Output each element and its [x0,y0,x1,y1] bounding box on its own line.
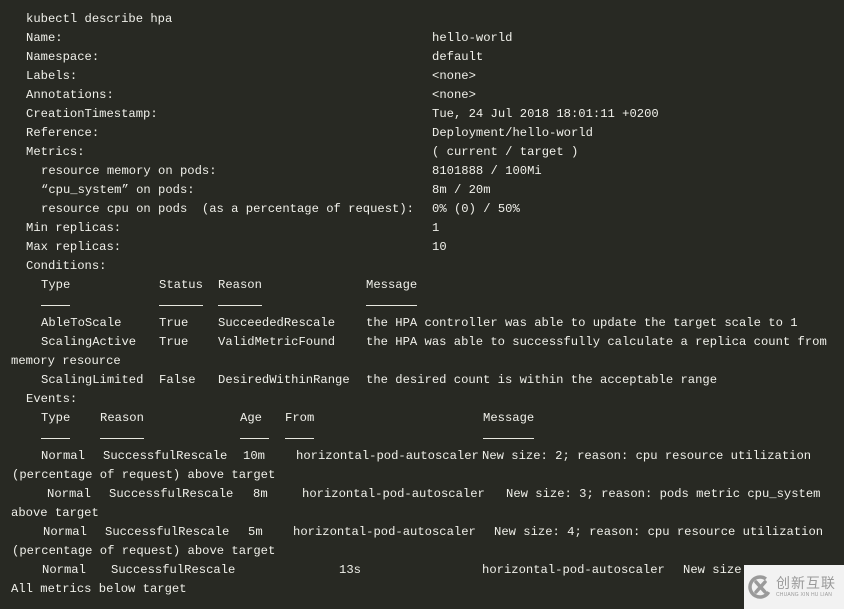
conditions-message-underline [366,305,417,306]
min-replicas-label: Min replicas: [26,221,122,235]
reference-value: Deployment/hello-world [432,126,593,140]
namespace-label: Namespace: [26,50,100,64]
events-header-reason: Reason [100,411,144,425]
event-from: horizontal-pod-autoscaler [482,563,665,577]
watermark-text-en: CHUANG XIN HU LIAN [776,591,833,598]
creation-timestamp-label: CreationTimestamp: [26,107,158,121]
condition-status: False [159,373,196,387]
events-age-underline [240,438,269,439]
terminal-output: kubectl describe hpa Name: hello-world N… [0,0,844,609]
annotations-label: Annotations: [26,88,114,102]
metric-value: 8m / 20m [432,183,491,197]
event-reason: SuccessfulRescale [109,487,234,501]
event-message-wrap: (percentage of request) above target [12,468,276,482]
event-age: 8m [253,487,268,501]
conditions-title: Conditions: [26,259,107,273]
event-type: Normal [41,449,85,463]
events-type-underline [41,438,70,439]
event-message: New size [683,563,742,577]
watermark: 创新互联 CHUANG XIN HU LIAN [744,565,844,609]
event-message-wrap: above target [11,506,99,520]
condition-message: the HPA controller was able to update th… [366,316,798,330]
event-type: Normal [42,563,86,577]
metrics-header-value: ( current / target ) [432,145,579,159]
condition-reason: DesiredWithinRange [218,373,350,387]
command-line: kubectl describe hpa [26,12,173,26]
min-replicas-value: 1 [432,221,440,235]
max-replicas-value: 10 [432,240,447,254]
metric-value: 8101888 / 100Mi [432,164,542,178]
conditions-reason-underline [218,305,262,306]
condition-status: True [159,316,189,330]
conditions-status-underline [159,305,203,306]
event-from: horizontal-pod-autoscaler [296,449,479,463]
event-age: 5m [248,525,263,539]
metric-label: resource cpu on pods (as a percentage of… [41,202,414,216]
event-reason: SuccessfulRescale [105,525,230,539]
metric-label: “cpu_system” on pods: [41,183,195,197]
condition-reason: SucceededRescale [218,316,336,330]
event-message: New size: 3; reason: pods metric cpu_sys… [506,487,821,501]
conditions-header-message: Message [366,278,418,292]
conditions-header-type: Type [41,278,71,292]
condition-type: ScalingActive [41,335,137,349]
events-header-type: Type [41,411,71,425]
watermark-logo-icon [748,575,772,599]
event-from: horizontal-pod-autoscaler [302,487,485,501]
name-label: Name: [26,31,63,45]
metric-label: resource memory on pods: [41,164,217,178]
reference-label: Reference: [26,126,100,140]
metrics-label: Metrics: [26,145,85,159]
condition-type: ScalingLimited [41,373,144,387]
annotations-value: <none> [432,88,476,102]
event-age: 13s [339,563,361,577]
max-replicas-label: Max replicas: [26,240,122,254]
events-header-age: Age [240,411,262,425]
condition-type: AbleToScale [41,316,122,330]
events-reason-underline [100,438,144,439]
events-header-from: From [285,411,315,425]
condition-message-wrap: memory resource [11,354,121,368]
name-value: hello-world [432,31,513,45]
event-message-wrap: All metrics below target [11,582,187,596]
events-message-underline [483,438,534,439]
conditions-header-reason: Reason [218,278,262,292]
event-message-wrap: (percentage of request) above target [12,544,276,558]
event-type: Normal [47,487,91,501]
conditions-header-status: Status [159,278,203,292]
event-type: Normal [43,525,87,539]
event-from: horizontal-pod-autoscaler [293,525,476,539]
conditions-type-underline [41,305,70,306]
event-message: New size: 4; reason: cpu resource utiliz… [494,525,824,539]
labels-label: Labels: [26,69,78,83]
events-header-message: Message [483,411,535,425]
event-age: 10m [243,449,265,463]
creation-timestamp-value: Tue, 24 Jul 2018 18:01:11 +0200 [432,107,659,121]
event-message: New size: 2; reason: cpu resource utiliz… [482,449,812,463]
labels-value: <none> [432,69,476,83]
condition-message: the HPA was able to successfully calcula… [366,335,827,349]
metric-value: 0% (0) / 50% [432,202,520,216]
event-reason: SuccessfulRescale [103,449,228,463]
namespace-value: default [432,50,484,64]
event-reason: SuccessfulRescale [111,563,236,577]
events-from-underline [285,438,314,439]
events-title: Events: [26,392,78,406]
condition-reason: ValidMetricFound [218,335,336,349]
condition-message: the desired count is within the acceptab… [366,373,718,387]
watermark-text-cn: 创新互联 [776,575,836,592]
condition-status: True [159,335,189,349]
